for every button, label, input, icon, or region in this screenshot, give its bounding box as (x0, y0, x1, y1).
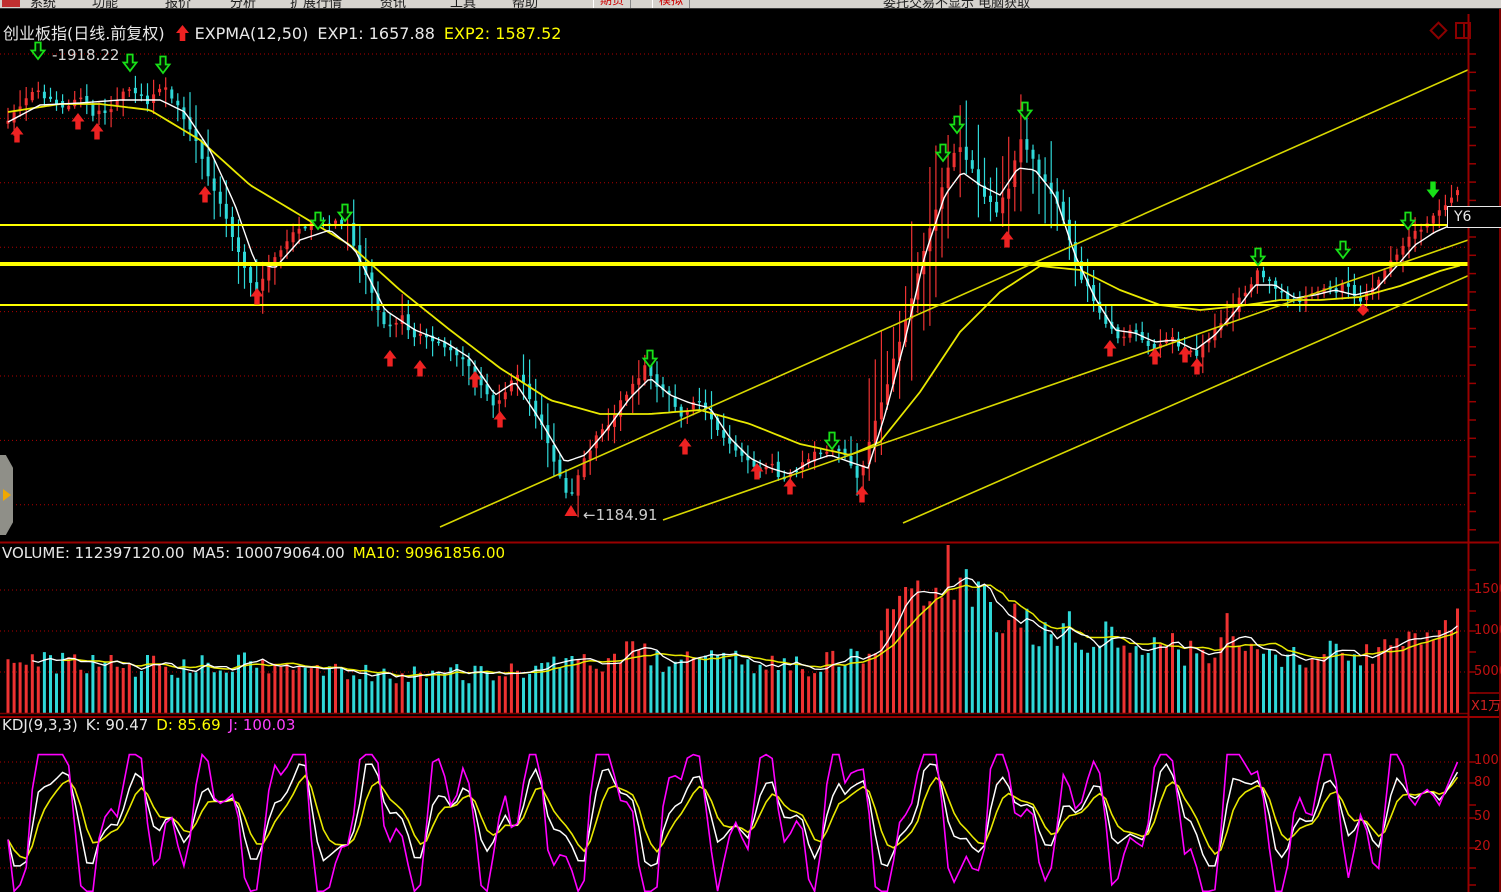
volume-panel[interactable] (0, 545, 1468, 713)
menu-item-quotes[interactable]: 报价 (165, 0, 191, 9)
menu-item-analysis[interactable]: 分析 (230, 0, 256, 9)
menu-status-text: 委托交易不显示 电脑获取 (883, 0, 1030, 9)
chart-canvas[interactable] (0, 0, 1501, 892)
main-price-panel[interactable] (0, 54, 1497, 527)
menu-button-futures[interactable]: 期货 (593, 0, 631, 9)
menu-item-news[interactable]: 资讯 (380, 0, 406, 9)
menu-item-extended[interactable]: 扩展行情 (290, 0, 342, 9)
menu-item-tools[interactable]: 工具 (450, 0, 476, 9)
kdj-panel[interactable] (0, 755, 1468, 892)
menu-button-simulate[interactable]: 模拟 (652, 0, 690, 9)
app-window: 系统 功能 报价 分析 扩展行情 资讯 工具 帮助 期货 模拟 委托交易不显示 … (0, 0, 1501, 892)
signal-markers (11, 43, 1440, 517)
right-axis (0, 8, 1501, 892)
sidebar-expand-handle[interactable] (0, 455, 13, 535)
menu-bar: 系统 功能 报价 分析 扩展行情 资讯 工具 帮助 期货 模拟 委托交易不显示 … (0, 0, 1501, 9)
expand-arrow-icon (3, 489, 11, 501)
app-logo-icon[interactable] (2, 0, 20, 7)
menu-item-help[interactable]: 帮助 (512, 0, 538, 9)
menu-item-function[interactable]: 功能 (92, 0, 118, 9)
menu-item-system[interactable]: 系统 (30, 0, 56, 9)
